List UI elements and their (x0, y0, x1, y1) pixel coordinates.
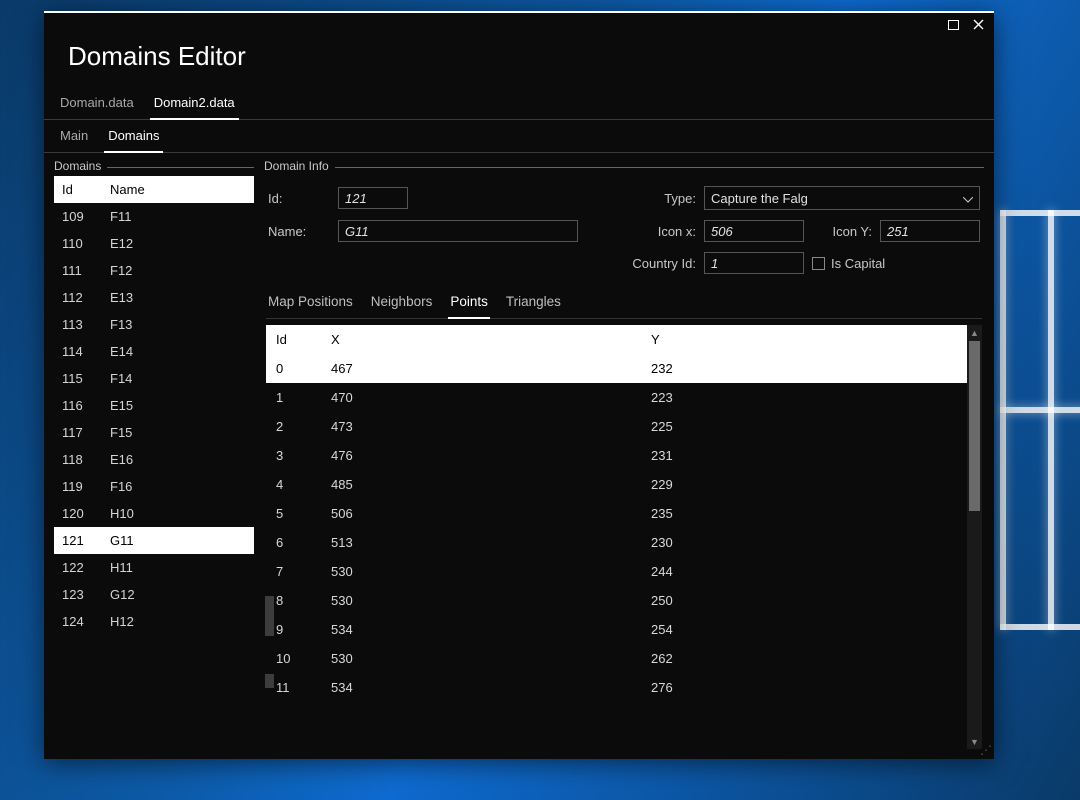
table-row[interactable]: 8530250 (266, 586, 967, 615)
col-id: Id (62, 182, 110, 197)
table-row[interactable]: 3476231 (266, 441, 967, 470)
list-item[interactable]: 116E15 (54, 392, 254, 419)
list-item[interactable]: 120H10 (54, 500, 254, 527)
sub-tab[interactable]: Neighbors (369, 286, 435, 318)
label-name: Name: (268, 224, 330, 239)
sub-tabs: Map Positions Neighbors Points Triangles (266, 286, 982, 319)
resize-grip-icon[interactable]: ⋰ (980, 743, 990, 757)
app-window: Domains Editor Domain.data Domain2.data M… (44, 11, 994, 759)
list-item[interactable]: 124H12 (54, 608, 254, 635)
iscapital-checkbox[interactable]: Is Capital (812, 256, 980, 271)
domain-info-group: Domain Info Id: Type: Capture the Falg N… (264, 167, 984, 282)
table-row[interactable]: 4485229 (266, 470, 967, 499)
table-row[interactable]: 0467232 (266, 354, 967, 383)
id-field[interactable] (338, 187, 408, 209)
country-field[interactable] (704, 252, 804, 274)
table-row[interactable]: 6513230 (266, 528, 967, 557)
domains-list-header: Id Name (54, 176, 254, 203)
col-name: Name (110, 182, 246, 197)
points-scroll-thumb[interactable] (969, 341, 980, 511)
app-title: Domains Editor (68, 41, 246, 72)
close-button[interactable] (973, 19, 984, 33)
table-row[interactable]: 2473225 (266, 412, 967, 441)
table-row[interactable]: 7530244 (266, 557, 967, 586)
list-item[interactable]: 122H11 (54, 554, 254, 581)
checkbox-icon (812, 257, 825, 270)
type-select-value: Capture the Falg (711, 191, 808, 206)
list-item[interactable]: 111F12 (54, 257, 254, 284)
list-item[interactable]: 113F13 (54, 311, 254, 338)
list-item[interactable]: 119F16 (54, 473, 254, 500)
page-tabs: Main Domains (44, 120, 994, 153)
label-id: Id: (268, 191, 330, 206)
file-tab[interactable]: Domain.data (56, 89, 138, 119)
domains-group-label: Domains (54, 159, 107, 173)
list-item[interactable]: 114E14 (54, 338, 254, 365)
label-iconx: Icon x: (616, 224, 696, 239)
label-type: Type: (616, 191, 696, 206)
name-field[interactable] (338, 220, 578, 242)
points-scrollbar[interactable]: ▲ ▼ (967, 325, 982, 749)
col-px: X (331, 332, 651, 347)
table-row[interactable]: 10530262 (266, 644, 967, 673)
table-row[interactable]: 5506235 (266, 499, 967, 528)
file-tab[interactable]: Domain2.data (150, 89, 239, 120)
label-icony: Icon Y: (812, 224, 872, 239)
domain-info-label: Domain Info (264, 159, 335, 173)
table-row[interactable]: 11534276 (266, 673, 967, 702)
list-item[interactable]: 115F14 (54, 365, 254, 392)
list-item[interactable]: 110E12 (54, 230, 254, 257)
list-item[interactable]: 118E16 (54, 446, 254, 473)
sub-tab[interactable]: Points (448, 286, 490, 319)
scroll-up-icon[interactable]: ▲ (967, 325, 982, 340)
domains-list[interactable]: Id Name 109F11110E12111F12112E13113F1311… (54, 176, 254, 688)
file-tabs: Domain.data Domain2.data (44, 89, 994, 120)
type-select[interactable]: Capture the Falg (704, 186, 980, 210)
list-item[interactable]: 123G12 (54, 581, 254, 608)
table-row[interactable]: 1470223 (266, 383, 967, 412)
domains-group: Domains Id Name 109F11110E12111F12112E13… (54, 167, 254, 688)
page-tab[interactable]: Domains (104, 120, 163, 153)
col-pid: Id (276, 332, 331, 347)
col-py: Y (651, 332, 957, 347)
iscapital-label: Is Capital (831, 256, 885, 271)
sub-tab[interactable]: Triangles (504, 286, 563, 318)
sub-tab[interactable]: Map Positions (266, 286, 355, 318)
list-item[interactable]: 117F15 (54, 419, 254, 446)
page-tab[interactable]: Main (56, 120, 92, 152)
list-item[interactable]: 112E13 (54, 284, 254, 311)
iconx-field[interactable] (704, 220, 804, 242)
list-item[interactable]: 121G11 (54, 527, 254, 554)
maximize-button[interactable] (948, 19, 959, 33)
points-table[interactable]: Id X Y 046723214702232473225347623144852… (266, 325, 982, 749)
table-row[interactable]: 9534254 (266, 615, 967, 644)
chevron-down-icon (963, 191, 973, 206)
label-country: Country Id: (616, 256, 696, 271)
points-header: Id X Y (266, 325, 967, 354)
list-item[interactable]: 109F11 (54, 203, 254, 230)
icony-field[interactable] (880, 220, 980, 242)
